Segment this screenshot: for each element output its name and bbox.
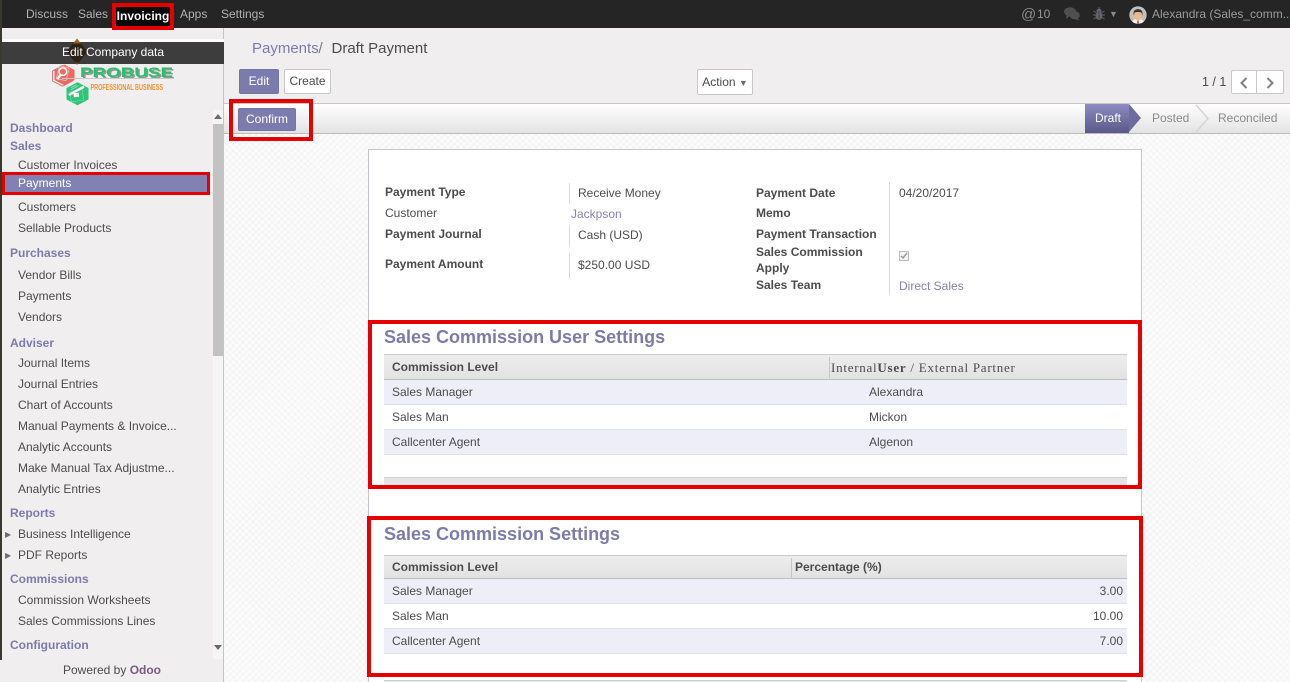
svg-text:PROFESSIONAL BUSINESS: PROFESSIONAL BUSINESS [91, 83, 164, 92]
svg-text:PROBUSE: PROBUSE [80, 64, 173, 80]
